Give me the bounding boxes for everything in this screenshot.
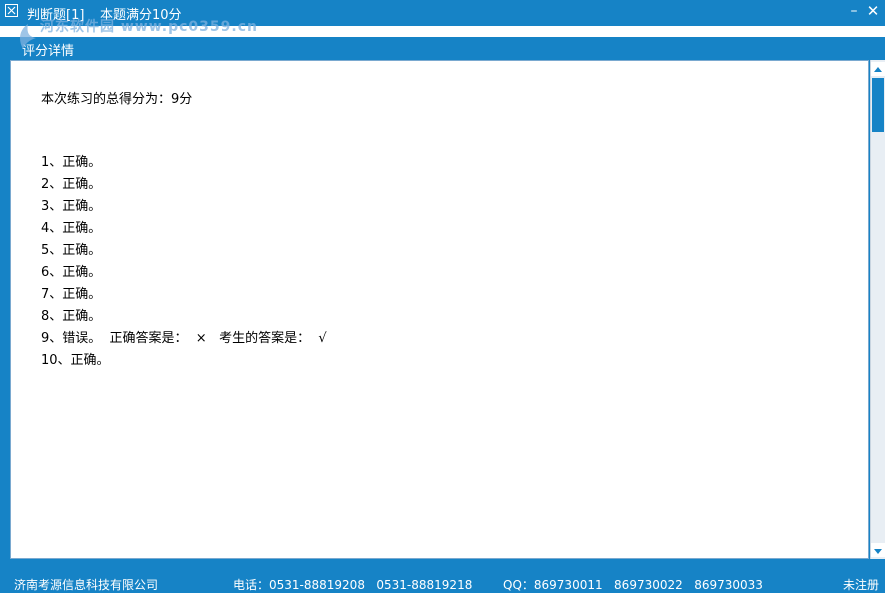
scroll-down-button[interactable] bbox=[871, 543, 885, 557]
close-button[interactable]: ✕ bbox=[864, 2, 882, 20]
panel-header: 评分详情 bbox=[0, 37, 885, 59]
company-name: 济南考源信息科技有限公司 bbox=[14, 578, 159, 592]
phone-numbers: 电话：0531-88819208 0531-88819218 bbox=[233, 578, 473, 592]
scroll-up-button[interactable] bbox=[871, 62, 885, 76]
scroll-thumb[interactable] bbox=[872, 78, 884, 132]
app-icon bbox=[5, 4, 18, 17]
registration-status: 未注册 bbox=[843, 578, 880, 592]
vertical-scrollbar[interactable] bbox=[870, 60, 885, 559]
results-panel: 本次练习的总得分为：9分 1、正确。 2、正确。 3、正确。 4、正确。 5、正… bbox=[10, 60, 869, 559]
status-bar: 济南考源信息科技有限公司 电话：0531-88819208 0531-88819… bbox=[0, 573, 885, 593]
total-score: 本次练习的总得分为：9分 bbox=[41, 92, 193, 107]
arrow-down-icon bbox=[874, 549, 882, 554]
result-item: 4、正确。 bbox=[41, 221, 102, 236]
result-item: 1、正确。 bbox=[41, 155, 102, 170]
result-item: 5、正确。 bbox=[41, 243, 102, 258]
minimize-button[interactable]: – bbox=[845, 2, 863, 20]
qq-numbers: QQ：869730011 869730022 869730033 bbox=[503, 578, 763, 592]
arrow-up-icon bbox=[874, 67, 882, 72]
watermark: 河东软件园 www.pc0359.cn bbox=[40, 19, 258, 35]
result-item: 8、正确。 bbox=[41, 309, 102, 324]
result-item: 7、正确。 bbox=[41, 287, 102, 302]
result-item: 6、正确。 bbox=[41, 265, 102, 280]
result-item: 3、正确。 bbox=[41, 199, 102, 214]
result-list: 1、正确。 2、正确。 3、正确。 4、正确。 5、正确。 6、正确。 7、正确… bbox=[41, 152, 327, 372]
result-item: 2、正确。 bbox=[41, 177, 102, 192]
result-item: 10、正确。 bbox=[41, 353, 110, 368]
watermark-logo-icon bbox=[20, 24, 36, 49]
result-item-wrong: 9、错误。 正确答案是： × 考生的答案是： √ bbox=[41, 331, 327, 346]
